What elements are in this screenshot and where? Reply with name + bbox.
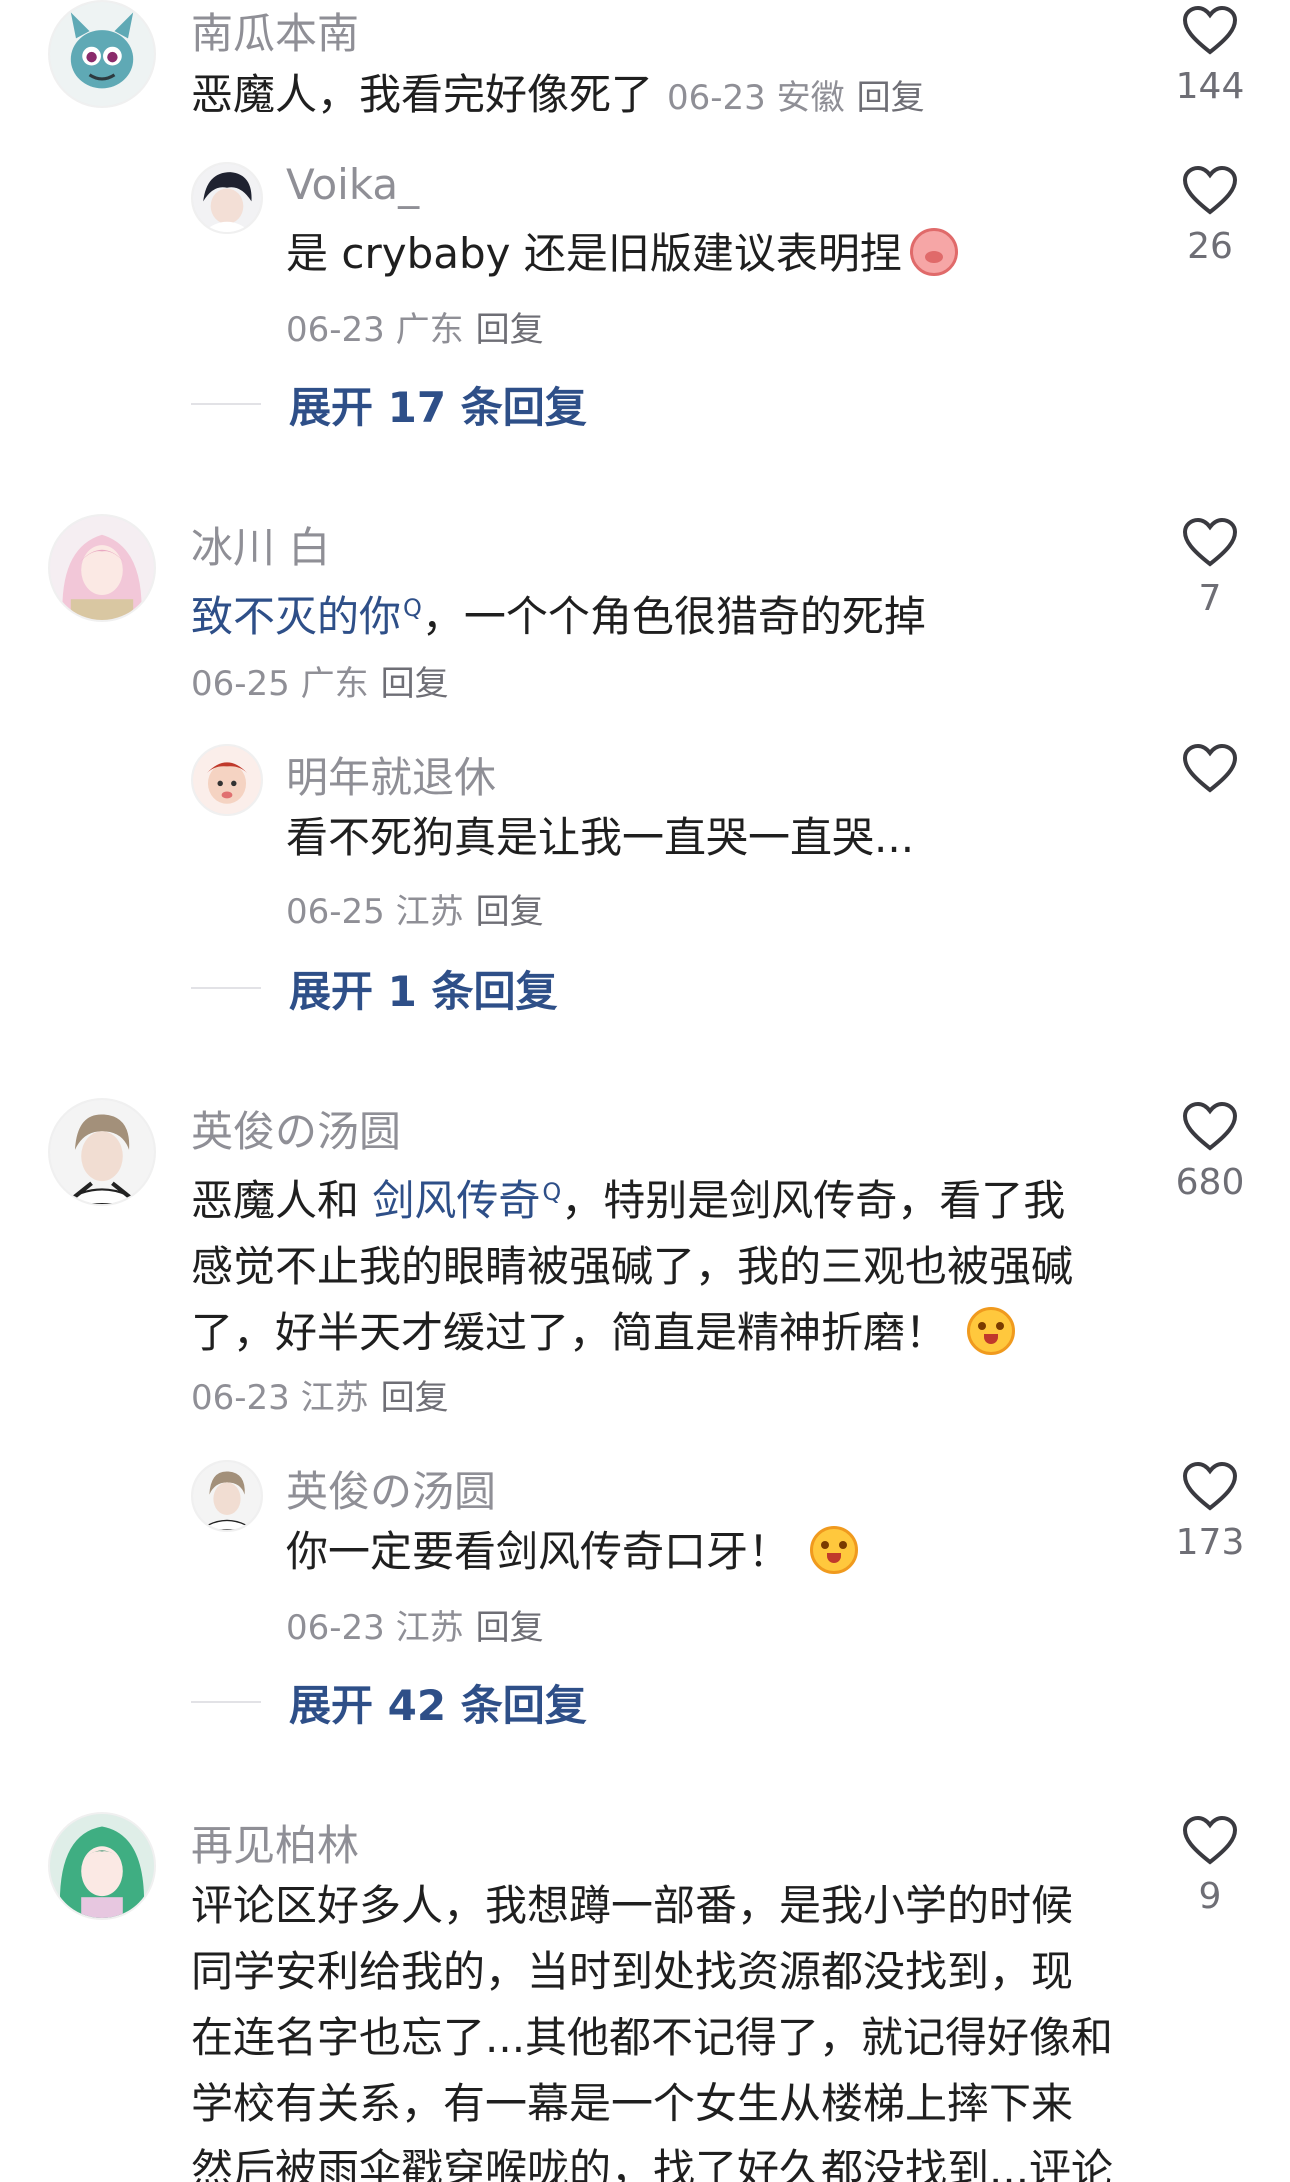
- reply-body: 是 crybaby 还是旧版建议表明捏: [286, 229, 902, 278]
- expand-replies-label: 展开 1 条回复: [289, 966, 558, 1016]
- like-count: 26: [1187, 226, 1233, 267]
- expand-replies-button[interactable]: 展开 1 条回复: [191, 958, 557, 1018]
- reply-meta: 06-25 江苏 回复: [286, 884, 544, 933]
- smile-emoji-icon: [967, 1307, 1016, 1355]
- like-button[interactable]: 173: [1160, 1462, 1260, 1564]
- user-avatar[interactable]: [191, 1460, 263, 1532]
- user-avatar[interactable]: [48, 1098, 156, 1206]
- like-count: 9: [1198, 1876, 1222, 1917]
- user-avatar[interactable]: [48, 514, 156, 622]
- comment-body: 了，好半天才缓过了，简直是精神折磨！: [191, 1308, 948, 1357]
- expand-replies-button[interactable]: 展开 42 条回复: [191, 1672, 587, 1732]
- reply-meta: 06-23 江苏 回复: [286, 1600, 544, 1649]
- reply-button[interactable]: 回复: [381, 664, 449, 704]
- comment-username[interactable]: 冰川 白: [191, 514, 330, 575]
- like-count: 680: [1175, 1162, 1245, 1203]
- comment-line: 恶魔人和 剑风传奇Q，特别是剑风传奇，看了我: [191, 1159, 1121, 1234]
- comment-date: 06-23 安徽: [667, 78, 845, 118]
- user-avatar[interactable]: [191, 162, 263, 234]
- reply-button[interactable]: 回复: [476, 310, 544, 350]
- divider-line: [191, 987, 261, 989]
- comment-line: 同学安利给我的，当时到处找资源都没找到，现: [191, 1947, 1074, 1996]
- comment-text: 恶魔人和 剑风传奇Q，特别是剑风传奇，看了我 感觉不止我的眼睛被强碱了，我的三观…: [191, 1159, 1121, 1366]
- comment-username[interactable]: 再见柏林: [191, 1812, 359, 1873]
- smile-emoji-icon: [810, 1526, 859, 1574]
- heart-icon: [1182, 166, 1238, 215]
- comment-date: 06-23 江苏: [191, 1378, 369, 1418]
- reply-username[interactable]: 英俊の汤圆: [286, 1458, 496, 1519]
- expand-replies-label: 展开 42 条回复: [289, 1680, 587, 1730]
- reply-text: 看不死狗真是让我一直哭一直哭...: [286, 813, 915, 862]
- comment-line: 然后被雨伞戳穿喉咙的，找了好久都没找到...评论: [191, 2145, 1114, 2182]
- comment-meta: 06-23 江苏 回复: [191, 1370, 449, 1419]
- topic-link[interactable]: 剑风传奇Q: [372, 1176, 561, 1225]
- reply-meta: 06-23 广东 回复: [286, 302, 544, 351]
- comment-body: 恶魔人和: [191, 1176, 373, 1225]
- comment-body: ，一个个角色很猎奇的死掉: [421, 592, 926, 641]
- divider-line: [191, 403, 261, 405]
- comment-body: ，特别是剑风传奇，看了我: [561, 1176, 1066, 1225]
- topic-link-label[interactable]: 剑风传奇: [372, 1176, 540, 1225]
- reply-date: 06-23 广东: [286, 310, 464, 350]
- reply-body: 你一定要看剑风传奇口牙！: [286, 1527, 791, 1576]
- search-icon: Q: [403, 594, 422, 622]
- heart-icon: [1182, 1102, 1238, 1151]
- comment-text: 恶魔人，我看完好像死了 06-23 安徽 回复: [191, 62, 925, 131]
- reply-username[interactable]: 明年就退休: [286, 744, 496, 805]
- reply-text: 你一定要看剑风传奇口牙！: [286, 1519, 859, 1585]
- like-button[interactable]: [1160, 744, 1260, 846]
- topic-link-label[interactable]: 致不灭的你: [191, 592, 401, 641]
- like-count: 7: [1198, 578, 1222, 619]
- like-count: [1160, 804, 1260, 846]
- comments-page: 南瓜本南 恶魔人，我看完好像死了 06-23 安徽 回复 144 Voika_ 是 …: [0, 0, 1290, 2182]
- user-avatar[interactable]: [48, 0, 156, 108]
- reply-button[interactable]: 回复: [476, 892, 544, 932]
- reply-username[interactable]: Voika_: [286, 160, 419, 209]
- heart-icon: [1182, 1816, 1238, 1865]
- comment-body: 恶魔人，我看完好像死了: [191, 70, 654, 119]
- comment-username[interactable]: 英俊の汤圆: [191, 1098, 401, 1159]
- like-button[interactable]: 9: [1160, 1816, 1260, 1918]
- like-button[interactable]: 144: [1160, 6, 1260, 108]
- heart-icon: [1182, 744, 1238, 793]
- expand-replies-button[interactable]: 展开 17 条回复: [191, 374, 587, 434]
- comment-line: 感觉不止我的眼睛被强碱了，我的三观也被强碱: [191, 1242, 1074, 1291]
- divider-line: [191, 1701, 261, 1703]
- like-button[interactable]: 26: [1160, 166, 1260, 268]
- reply-date: 06-23 江苏: [286, 1608, 464, 1648]
- like-button[interactable]: 7: [1160, 518, 1260, 620]
- expand-replies-label: 展开 17 条回复: [289, 382, 587, 432]
- like-count: 144: [1175, 66, 1245, 107]
- reply-button[interactable]: 回复: [857, 78, 925, 118]
- reply-date: 06-25 江苏: [286, 892, 464, 932]
- reply-button[interactable]: 回复: [476, 1608, 544, 1648]
- comment-text: 评论区好多人，我想蹲一部番，是我小学的时候 同学安利给我的，当时到处找资源都没找…: [191, 1873, 1151, 2182]
- reply-text: 是 crybaby 还是旧版建议表明捏: [286, 221, 958, 287]
- comment-line: 评论区好多人，我想蹲一部番，是我小学的时候: [191, 1881, 1074, 1930]
- user-avatar[interactable]: [191, 744, 263, 816]
- reply-button[interactable]: 回复: [381, 1378, 449, 1418]
- comment-meta: 06-23 安徽 回复: [667, 78, 925, 118]
- heart-icon: [1182, 518, 1238, 567]
- heart-icon: [1182, 6, 1238, 55]
- topic-link[interactable]: 致不灭的你Q: [191, 592, 422, 641]
- comment-username[interactable]: 南瓜本南: [191, 0, 359, 61]
- comment-text: 致不灭的你Q，一个个角色很猎奇的死掉: [191, 575, 926, 650]
- comment-line: 在连名字也忘了...其他都不记得了，就记得好像和: [191, 2013, 1114, 2062]
- pig-emoji-icon: [909, 228, 958, 276]
- search-icon: Q: [542, 1178, 562, 1206]
- like-count: 173: [1175, 1522, 1245, 1563]
- comment-line: 学校有关系，有一幕是一个女生从楼梯上摔下来: [191, 2079, 1074, 2128]
- heart-icon: [1182, 1462, 1238, 1511]
- user-avatar[interactable]: [48, 1812, 156, 1920]
- comment-line: 了，好半天才缓过了，简直是精神折磨！: [191, 1300, 1121, 1366]
- comment-meta: 06-25 广东 回复: [191, 656, 449, 705]
- like-button[interactable]: 680: [1160, 1102, 1260, 1204]
- comment-date: 06-25 广东: [191, 664, 369, 704]
